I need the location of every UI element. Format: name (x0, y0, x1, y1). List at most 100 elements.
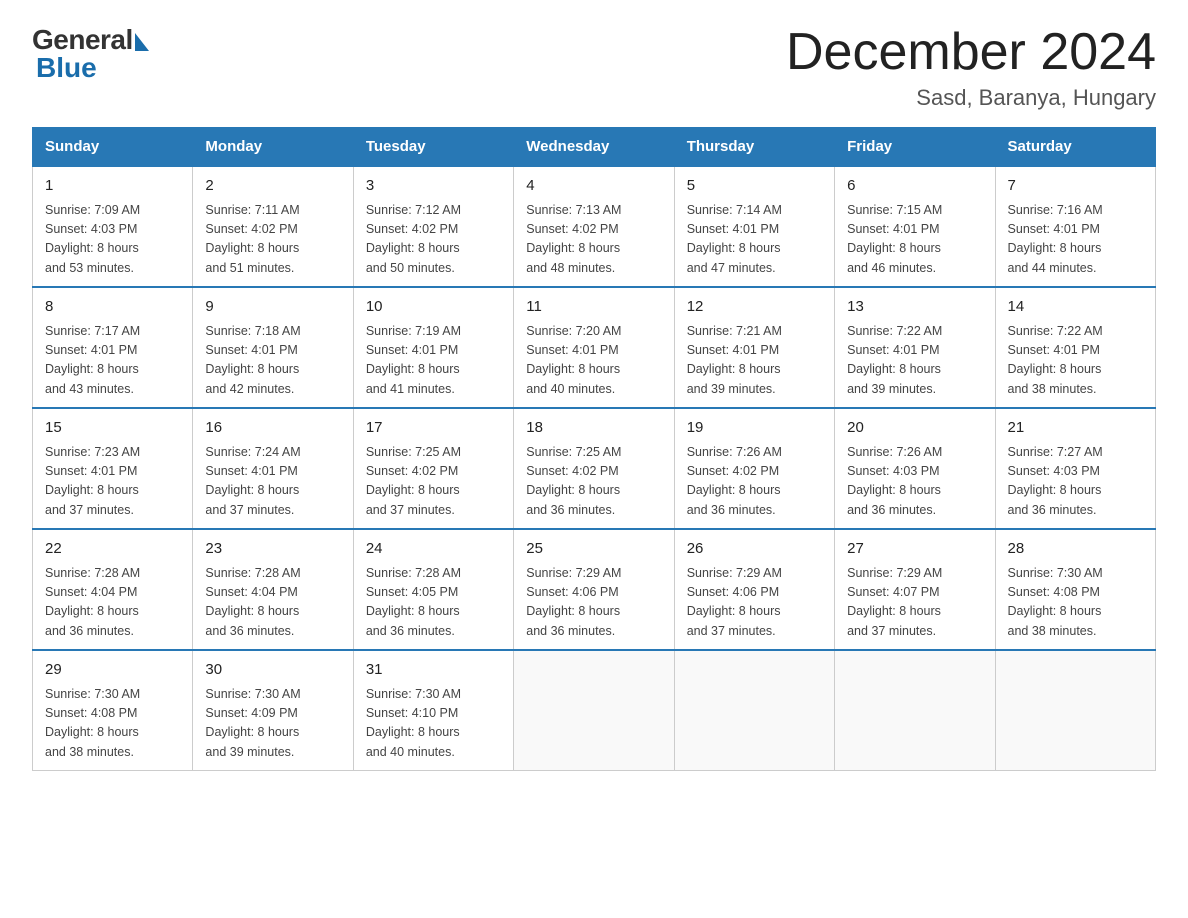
calendar-cell: 14Sunrise: 7:22 AM Sunset: 4:01 PM Dayli… (995, 287, 1155, 408)
day-number: 27 (847, 538, 982, 561)
week-row-2: 8 Sunrise: 7:17 AM Sunset: 4:01 PM Daylig… (33, 287, 1156, 408)
day-number: 7 (1008, 175, 1143, 198)
calendar-cell (674, 650, 834, 771)
day-number: 19 (687, 417, 822, 440)
day-info: Sunrise: 7:14 AM Sunset: 4:01 PM Dayligh… (687, 201, 822, 279)
day-number: 14 (1008, 296, 1143, 319)
week-row-3: 15Sunrise: 7:23 AM Sunset: 4:01 PM Dayli… (33, 408, 1156, 529)
day-info: Sunrise: 7:28 AM Sunset: 4:04 PM Dayligh… (45, 564, 180, 642)
day-info: Sunrise: 7:23 AM Sunset: 4:01 PM Dayligh… (45, 443, 180, 521)
calendar-cell: 27Sunrise: 7:29 AM Sunset: 4:07 PM Dayli… (835, 529, 995, 650)
calendar-cell: 19 Sunrise: 7:26 AM Sunset: 4:02 PM Dayli… (674, 408, 834, 529)
column-header-friday: Friday (835, 128, 995, 167)
calendar-table: SundayMondayTuesdayWednesdayThursdayFrid… (32, 127, 1156, 771)
day-number: 10 (366, 296, 501, 319)
day-number: 25 (526, 538, 661, 561)
day-number: 21 (1008, 417, 1143, 440)
calendar-cell: 18Sunrise: 7:25 AM Sunset: 4:02 PM Dayli… (514, 408, 674, 529)
day-number: 17 (366, 417, 501, 440)
calendar-cell: 6 Sunrise: 7:15 AM Sunset: 4:01 PM Daylig… (835, 166, 995, 287)
calendar-header-row: SundayMondayTuesdayWednesdayThursdayFrid… (33, 128, 1156, 167)
day-info: Sunrise: 7:12 AM Sunset: 4:02 PM Dayligh… (366, 201, 501, 279)
calendar-cell: 25 Sunrise: 7:29 AM Sunset: 4:06 PM Dayli… (514, 529, 674, 650)
day-number: 26 (687, 538, 822, 561)
logo-arrow-icon (135, 33, 149, 51)
calendar-cell: 10 Sunrise: 7:19 AM Sunset: 4:01 PM Dayli… (353, 287, 513, 408)
calendar-cell: 4 Sunrise: 7:13 AM Sunset: 4:02 PM Daylig… (514, 166, 674, 287)
column-header-sunday: Sunday (33, 128, 193, 167)
month-title: December 2024 (786, 24, 1156, 81)
week-row-5: 29 Sunrise: 7:30 AM Sunset: 4:08 PM Dayli… (33, 650, 1156, 771)
calendar-cell: 28 Sunrise: 7:30 AM Sunset: 4:08 PM Dayli… (995, 529, 1155, 650)
calendar-cell (835, 650, 995, 771)
day-number: 2 (205, 175, 340, 198)
day-number: 4 (526, 175, 661, 198)
day-info: Sunrise: 7:30 AM Sunset: 4:08 PM Dayligh… (45, 685, 180, 763)
calendar-cell (514, 650, 674, 771)
day-info: Sunrise: 7:25 AM Sunset: 4:02 PM Dayligh… (366, 443, 501, 521)
day-number: 23 (205, 538, 340, 561)
calendar-cell: 3 Sunrise: 7:12 AM Sunset: 4:02 PM Daylig… (353, 166, 513, 287)
day-number: 11 (526, 296, 661, 319)
day-number: 31 (366, 659, 501, 682)
day-info: Sunrise: 7:30 AM Sunset: 4:08 PM Dayligh… (1008, 564, 1143, 642)
column-header-saturday: Saturday (995, 128, 1155, 167)
calendar-cell: 23 Sunrise: 7:28 AM Sunset: 4:04 PM Dayli… (193, 529, 353, 650)
day-info: Sunrise: 7:26 AM Sunset: 4:03 PM Dayligh… (847, 443, 982, 521)
day-info: Sunrise: 7:29 AM Sunset: 4:06 PM Dayligh… (526, 564, 661, 642)
calendar-cell: 2Sunrise: 7:11 AM Sunset: 4:02 PM Daylig… (193, 166, 353, 287)
calendar-cell: 15Sunrise: 7:23 AM Sunset: 4:01 PM Dayli… (33, 408, 193, 529)
day-info: Sunrise: 7:27 AM Sunset: 4:03 PM Dayligh… (1008, 443, 1143, 521)
calendar-cell: 22Sunrise: 7:28 AM Sunset: 4:04 PM Dayli… (33, 529, 193, 650)
page-header: General Blue December 2024 Sasd, Baranya… (32, 24, 1156, 111)
day-number: 13 (847, 296, 982, 319)
calendar-cell: 12 Sunrise: 7:21 AM Sunset: 4:01 PM Dayli… (674, 287, 834, 408)
column-header-monday: Monday (193, 128, 353, 167)
title-block: December 2024 Sasd, Baranya, Hungary (786, 24, 1156, 111)
day-info: Sunrise: 7:20 AM Sunset: 4:01 PM Dayligh… (526, 322, 661, 400)
calendar-cell: 17 Sunrise: 7:25 AM Sunset: 4:02 PM Dayli… (353, 408, 513, 529)
day-number: 30 (205, 659, 340, 682)
day-info: Sunrise: 7:26 AM Sunset: 4:02 PM Dayligh… (687, 443, 822, 521)
calendar-cell: 7Sunrise: 7:16 AM Sunset: 4:01 PM Daylig… (995, 166, 1155, 287)
logo: General Blue (32, 24, 149, 84)
day-number: 28 (1008, 538, 1143, 561)
day-number: 20 (847, 417, 982, 440)
column-header-wednesday: Wednesday (514, 128, 674, 167)
logo-blue-text: Blue (32, 52, 97, 84)
day-number: 24 (366, 538, 501, 561)
day-info: Sunrise: 7:22 AM Sunset: 4:01 PM Dayligh… (847, 322, 982, 400)
calendar-cell: 1Sunrise: 7:09 AM Sunset: 4:03 PM Daylig… (33, 166, 193, 287)
day-number: 18 (526, 417, 661, 440)
day-info: Sunrise: 7:24 AM Sunset: 4:01 PM Dayligh… (205, 443, 340, 521)
day-info: Sunrise: 7:15 AM Sunset: 4:01 PM Dayligh… (847, 201, 982, 279)
calendar-cell: 5Sunrise: 7:14 AM Sunset: 4:01 PM Daylig… (674, 166, 834, 287)
calendar-cell: 9 Sunrise: 7:18 AM Sunset: 4:01 PM Daylig… (193, 287, 353, 408)
calendar-cell: 16 Sunrise: 7:24 AM Sunset: 4:01 PM Dayli… (193, 408, 353, 529)
calendar-cell (995, 650, 1155, 771)
day-number: 29 (45, 659, 180, 682)
calendar-cell: 26Sunrise: 7:29 AM Sunset: 4:06 PM Dayli… (674, 529, 834, 650)
location-title: Sasd, Baranya, Hungary (786, 85, 1156, 111)
day-info: Sunrise: 7:30 AM Sunset: 4:10 PM Dayligh… (366, 685, 501, 763)
week-row-4: 22Sunrise: 7:28 AM Sunset: 4:04 PM Dayli… (33, 529, 1156, 650)
day-number: 6 (847, 175, 982, 198)
day-info: Sunrise: 7:30 AM Sunset: 4:09 PM Dayligh… (205, 685, 340, 763)
day-info: Sunrise: 7:13 AM Sunset: 4:02 PM Dayligh… (526, 201, 661, 279)
day-info: Sunrise: 7:28 AM Sunset: 4:04 PM Dayligh… (205, 564, 340, 642)
day-info: Sunrise: 7:18 AM Sunset: 4:01 PM Dayligh… (205, 322, 340, 400)
day-number: 16 (205, 417, 340, 440)
day-number: 3 (366, 175, 501, 198)
day-info: Sunrise: 7:19 AM Sunset: 4:01 PM Dayligh… (366, 322, 501, 400)
day-number: 9 (205, 296, 340, 319)
day-number: 8 (45, 296, 180, 319)
day-info: Sunrise: 7:21 AM Sunset: 4:01 PM Dayligh… (687, 322, 822, 400)
calendar-cell: 13 Sunrise: 7:22 AM Sunset: 4:01 PM Dayli… (835, 287, 995, 408)
calendar-cell: 30 Sunrise: 7:30 AM Sunset: 4:09 PM Dayli… (193, 650, 353, 771)
column-header-tuesday: Tuesday (353, 128, 513, 167)
day-info: Sunrise: 7:28 AM Sunset: 4:05 PM Dayligh… (366, 564, 501, 642)
day-number: 12 (687, 296, 822, 319)
day-info: Sunrise: 7:17 AM Sunset: 4:01 PM Dayligh… (45, 322, 180, 400)
calendar-cell: 11 Sunrise: 7:20 AM Sunset: 4:01 PM Dayli… (514, 287, 674, 408)
day-info: Sunrise: 7:09 AM Sunset: 4:03 PM Dayligh… (45, 201, 180, 279)
